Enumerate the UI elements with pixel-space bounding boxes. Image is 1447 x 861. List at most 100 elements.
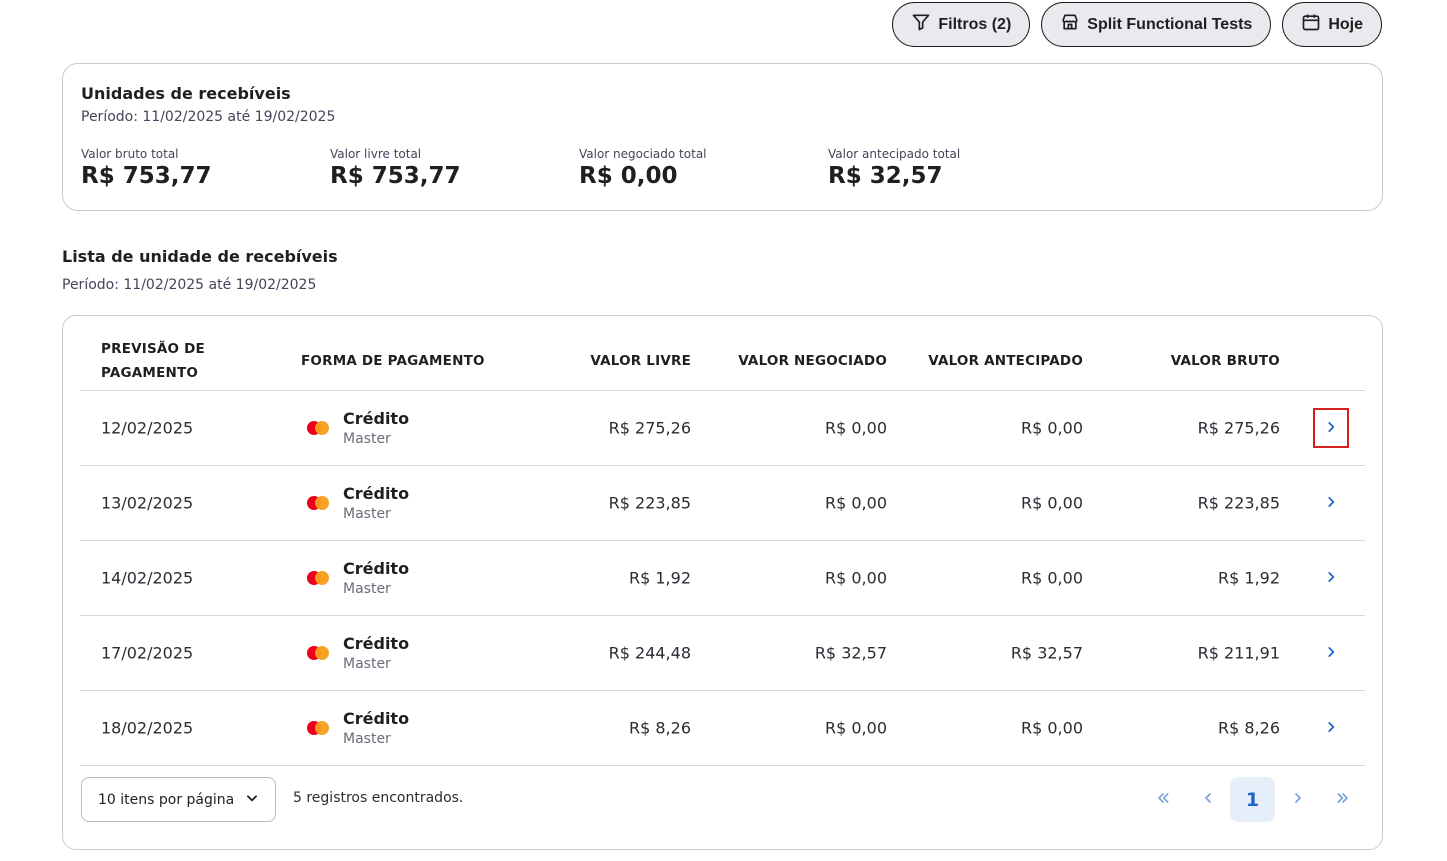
cell-anticipated-value: R$ 32,57 [1010, 643, 1083, 663]
filter-icon [911, 12, 931, 37]
table-row: 12/02/2025 Crédito Master R$ 275,26 R$ 0… [80, 391, 1365, 466]
store-selector-button[interactable]: Split Functional Tests [1041, 2, 1272, 47]
chevron-right-icon [1324, 569, 1338, 588]
cell-anticipated-value: R$ 0,00 [1020, 493, 1083, 513]
cell-date: 17/02/2025 [101, 643, 194, 663]
total-value: R$ 753,77 [330, 163, 461, 189]
chevron-right-icon [1290, 790, 1306, 810]
filters-label: Filtros (2) [938, 15, 1012, 33]
payment-type: Crédito [343, 634, 410, 653]
cell-anticipated-value: R$ 0,00 [1020, 718, 1083, 738]
row-details-button[interactable] [1313, 408, 1349, 448]
payment-brand: Master [343, 431, 391, 447]
mastercard-logo [307, 496, 329, 510]
cell-payment-method: Crédito Master [307, 559, 409, 597]
total-label: Valor livre total [330, 147, 422, 161]
last-page-button[interactable] [1320, 777, 1365, 822]
cell-gross-value: R$ 275,26 [1197, 418, 1280, 438]
cell-negotiated-value: R$ 0,00 [824, 418, 887, 438]
total-anticipated: Valor antecipado total R$ 32,57 [828, 147, 1077, 189]
row-details-button[interactable] [1313, 483, 1349, 523]
page-number-button[interactable]: 1 [1230, 777, 1275, 822]
cell-gross-value: R$ 223,85 [1197, 493, 1280, 513]
cell-negotiated-value: R$ 0,00 [824, 568, 887, 588]
cell-free-value: R$ 1,92 [628, 568, 691, 588]
row-details-button[interactable] [1313, 558, 1349, 598]
payment-type: Crédito [343, 409, 410, 428]
items-per-page-value: 10 itens por página [98, 791, 235, 808]
header-negotiated-value: VALOR NEGOCIADO [738, 353, 887, 369]
filters-button[interactable]: Filtros (2) [892, 2, 1031, 47]
cell-date: 12/02/2025 [101, 418, 194, 438]
total-label: Valor negociado total [579, 147, 707, 161]
summary-period: Período: 11/02/2025 até 19/02/2025 [81, 109, 336, 125]
summary-title: Unidades de recebíveis [81, 84, 291, 103]
table-row: 14/02/2025 Crédito Master R$ 1,92 R$ 0,0… [80, 541, 1365, 616]
cell-date: 18/02/2025 [101, 718, 194, 738]
row-details-button[interactable] [1313, 633, 1349, 673]
cell-date: 13/02/2025 [101, 493, 194, 513]
table-row: 17/02/2025 Crédito Master R$ 244,48 R$ 3… [80, 616, 1365, 691]
table-row: 18/02/2025 Crédito Master R$ 8,26 R$ 0,0… [80, 691, 1365, 766]
header-date-line1: PREVISÃO DE [101, 341, 205, 357]
table-header: PREVISÃO DE PAGAMENTO FORMA DE PAGAMENTO… [80, 316, 1365, 391]
cell-payment-method: Crédito Master [307, 484, 409, 522]
chevron-right-icon [1324, 419, 1338, 438]
cell-free-value: R$ 8,26 [628, 718, 691, 738]
mastercard-logo [307, 646, 329, 660]
cell-negotiated-value: R$ 32,57 [814, 643, 887, 663]
payment-brand: Master [343, 581, 391, 597]
next-page-button[interactable] [1275, 777, 1320, 822]
first-page-button[interactable] [1140, 777, 1185, 822]
cell-gross-value: R$ 1,92 [1217, 568, 1280, 588]
summary-card: Unidades de recebíveis Período: 11/02/20… [62, 63, 1383, 211]
header-anticipated-value: VALOR ANTECIPADO [928, 353, 1083, 369]
previous-page-button[interactable] [1185, 777, 1230, 822]
payment-brand: Master [343, 656, 391, 672]
cell-date: 14/02/2025 [101, 568, 194, 588]
total-label: Valor bruto total [81, 147, 179, 161]
header-payment-date: PREVISÃO DE PAGAMENTO [101, 337, 205, 385]
cell-anticipated-value: R$ 0,00 [1020, 568, 1083, 588]
chevrons-right-icon [1335, 790, 1351, 810]
cell-gross-value: R$ 8,26 [1217, 718, 1280, 738]
cell-negotiated-value: R$ 0,00 [824, 718, 887, 738]
cell-free-value: R$ 244,48 [608, 643, 691, 663]
items-per-page-select[interactable]: 10 itens por página [81, 777, 276, 822]
totals: Valor bruto total R$ 753,77 Valor livre … [81, 147, 1364, 189]
mastercard-logo [307, 421, 329, 435]
total-negotiated: Valor negociado total R$ 0,00 [579, 147, 828, 189]
header-payment-method: FORMA DE PAGAMENTO [301, 353, 485, 369]
table-footer: 10 itens por página 5 registros encontra… [80, 766, 1365, 849]
store-icon [1060, 12, 1080, 37]
store-label: Split Functional Tests [1087, 15, 1253, 33]
list-title: Lista de unidade de recebíveis [62, 247, 338, 266]
chevron-right-icon [1324, 494, 1338, 513]
cell-payment-method: Crédito Master [307, 709, 409, 747]
cell-negotiated-value: R$ 0,00 [824, 493, 887, 513]
row-details-button[interactable] [1313, 708, 1349, 748]
total-label: Valor antecipado total [828, 147, 961, 161]
cell-gross-value: R$ 211,91 [1197, 643, 1280, 663]
cell-anticipated-value: R$ 0,00 [1020, 418, 1083, 438]
calendar-icon [1301, 12, 1321, 37]
total-value: R$ 32,57 [828, 163, 943, 189]
date-label: Hoje [1328, 15, 1363, 33]
chevron-down-icon [245, 791, 259, 809]
pagination: 1 [1140, 777, 1365, 822]
cell-free-value: R$ 223,85 [608, 493, 691, 513]
payment-type: Crédito [343, 484, 410, 503]
list-period: Período: 11/02/2025 até 19/02/2025 [62, 277, 317, 293]
total-gross: Valor bruto total R$ 753,77 [81, 147, 330, 189]
chevron-right-icon [1324, 719, 1338, 738]
payment-brand: Master [343, 506, 391, 522]
header-free-value: VALOR LIVRE [590, 353, 691, 369]
total-value: R$ 0,00 [579, 163, 678, 189]
payment-type: Crédito [343, 559, 410, 578]
header-gross-value: VALOR BRUTO [1170, 353, 1280, 369]
total-free: Valor livre total R$ 753,77 [330, 147, 579, 189]
date-button[interactable]: Hoje [1282, 2, 1382, 47]
mastercard-logo [307, 721, 329, 735]
table-row: 13/02/2025 Crédito Master R$ 223,85 R$ 0… [80, 466, 1365, 541]
chevron-right-icon [1324, 644, 1338, 663]
